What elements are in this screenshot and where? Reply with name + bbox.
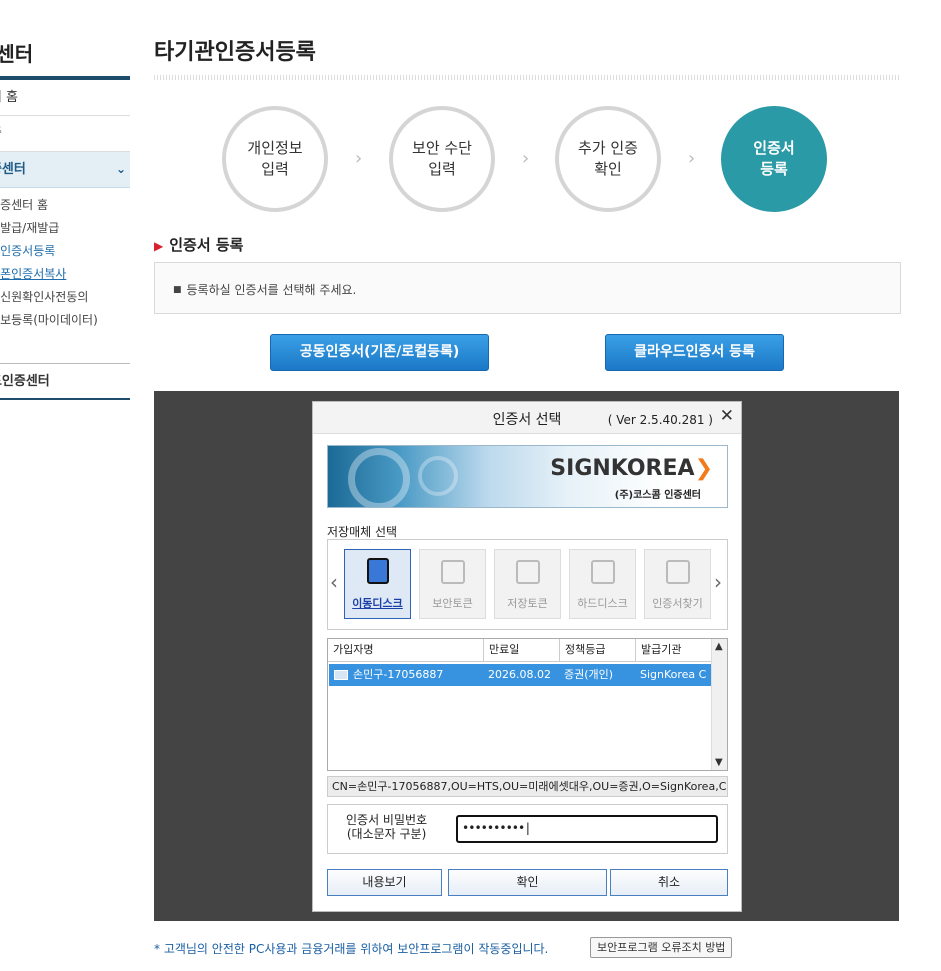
dialog-header: 인증서 선택 ( Ver 2.5.40.281 ) ✕ bbox=[313, 402, 741, 434]
cert-select-dialog: 인증서 선택 ( Ver 2.5.40.281 ) ✕ SIGNKOREA❯ (… bbox=[312, 401, 742, 912]
table-row[interactable]: 손민구-17056887 2026.08.02 증권(개인) SignKorea… bbox=[329, 664, 711, 686]
section-title: ▶ 인증서 등록 bbox=[154, 234, 243, 255]
certificate-icon bbox=[334, 670, 348, 680]
step-indicator: 개인정보 입력 › 보안 수단 입력 › 추가 인증 확인 › 인증서 등록 bbox=[222, 106, 832, 212]
joint-cert-button[interactable]: 공동인증서(기존/로컬등록) bbox=[270, 334, 489, 371]
chevron-down-icon: ⌄ bbox=[115, 162, 126, 176]
usb-icon bbox=[366, 558, 389, 584]
storage-label: 저장매체 선택 bbox=[327, 525, 398, 539]
sidebar-item-label: 인증센터 bbox=[0, 162, 26, 177]
step-1: 개인정보 입력 bbox=[222, 106, 328, 212]
search-window-icon bbox=[665, 560, 690, 584]
view-details-button[interactable]: 내용보기 bbox=[327, 869, 442, 896]
storage-item-label: 하드디스크 bbox=[577, 597, 628, 610]
password-label: 인증서 비밀번호 (대소문자 구분) bbox=[346, 813, 428, 841]
section-title-text: 인증서 등록 bbox=[169, 236, 244, 254]
column-header-name[interactable]: 가입자명 bbox=[328, 639, 484, 662]
table-scrollbar[interactable]: ▲ ▼ bbox=[711, 639, 727, 770]
security-fix-button[interactable]: 보안프로그램 오류조치 방법 bbox=[590, 937, 733, 958]
storage-security-token[interactable]: 보안토큰 bbox=[419, 549, 486, 619]
sidebar-item-cloud[interactable]: 우드인증센터 bbox=[0, 364, 130, 400]
page: 증센터 센터 홈 인증 인증센터 ⌄ 동인증센터 홈 증서발급/재발급 기관인증… bbox=[0, 0, 941, 971]
column-header-policy[interactable]: 정책등급 bbox=[560, 639, 636, 662]
storage-item-label: 이동디스크 bbox=[352, 597, 403, 610]
submenu-item-issue[interactable]: 증서발급/재발급 bbox=[0, 217, 130, 240]
bullet-icon: ■ bbox=[173, 285, 182, 295]
step-3: 추가 인증 확인 bbox=[555, 106, 661, 212]
brand-subtitle: (주)코스콤 인증센터 bbox=[614, 490, 701, 501]
storage-item-label: 저장토큰 bbox=[507, 597, 548, 610]
monitor-icon bbox=[590, 560, 615, 584]
chevron-right-icon: › bbox=[522, 148, 530, 169]
notice-box: ■ 등록하실 인증서를 선택해 주세요. bbox=[154, 262, 901, 314]
brand-logo: SIGNKOREA❯ bbox=[550, 456, 713, 481]
storage-selector: ‹ 이동디스크 보안토큰 저장토큰 하드디스크 인증서찾기 › bbox=[327, 539, 728, 630]
column-header-issuer[interactable]: 발급기관 bbox=[636, 639, 712, 662]
vault-dial-graphic bbox=[348, 448, 410, 507]
cert-table: 가입자명 만료일 정책등급 발급기관 손민구-17056887 2026.08.… bbox=[327, 638, 728, 771]
submenu-item-faq[interactable]: Q bbox=[0, 332, 130, 355]
dialog-version: ( Ver 2.5.40.281 ) bbox=[607, 413, 713, 427]
signkorea-banner: SIGNKOREA❯ (주)코스콤 인증센터 bbox=[327, 445, 728, 508]
storage-find-cert[interactable]: 인증서찾기 bbox=[644, 549, 711, 619]
cell-issuer: SignKorea C bbox=[640, 668, 707, 681]
chevron-right-icon: ❯ bbox=[694, 456, 713, 481]
cloud-cert-button[interactable]: 클라우드인증서 등록 bbox=[605, 334, 784, 371]
chevron-left-icon[interactable]: ‹ bbox=[330, 570, 338, 594]
storage-removable-disk[interactable]: 이동디스크 bbox=[344, 549, 411, 619]
cell-name: 손민구-17056887 bbox=[353, 668, 444, 681]
page-title: 타기관인증서등록 bbox=[154, 40, 316, 65]
chevron-right-icon: › bbox=[355, 148, 363, 169]
sidebar-item-cert-center[interactable]: 인증센터 ⌄ bbox=[0, 152, 130, 188]
dialog-overlay: 인증서 선택 ( Ver 2.5.40.281 ) ✕ SIGNKOREA❯ (… bbox=[154, 391, 899, 921]
cell-expiry: 2026.08.02 bbox=[488, 668, 551, 681]
chevron-right-icon: › bbox=[688, 148, 696, 169]
submenu-item-joint-home[interactable]: 동인증센터 홈 bbox=[0, 194, 130, 217]
step-2: 보안 수단 입력 bbox=[389, 106, 495, 212]
sidebar: 증센터 센터 홈 인증 인증센터 ⌄ 동인증센터 홈 증서발급/재발급 기관인증… bbox=[0, 38, 130, 400]
submenu-item-online-consent[interactable]: 라인신원확인사전동의 bbox=[0, 286, 130, 309]
sidebar-item-auth[interactable]: 인증 bbox=[0, 116, 130, 152]
cancel-button[interactable]: 취소 bbox=[610, 869, 728, 896]
close-icon[interactable]: ✕ bbox=[720, 406, 734, 426]
submenu-item-smartphone-copy[interactable]: 마트폰인증서복사 bbox=[0, 263, 130, 286]
triangle-right-icon: ▶ bbox=[154, 239, 164, 253]
notice-text: 등록하실 인증서를 선택해 주세요. bbox=[186, 283, 357, 297]
cert-dn-field: CN=손민구-17056887,OU=HTS,OU=미래에셋대우,OU=증권,O… bbox=[327, 776, 728, 797]
password-input[interactable]: ••••••••••| bbox=[456, 815, 718, 843]
ok-button[interactable]: 확인 bbox=[448, 869, 607, 896]
storage-save-token[interactable]: 저장토큰 bbox=[494, 549, 561, 619]
arrow-up-icon[interactable]: ▲ bbox=[715, 641, 723, 652]
lock-icon bbox=[440, 560, 465, 584]
storage-item-label: 보안토큰 bbox=[432, 597, 473, 610]
submenu-item-other-register[interactable]: 기관인증서등록 bbox=[0, 240, 130, 263]
sidebar-submenu: 동인증센터 홈 증서발급/재발급 기관인증서등록 마트폰인증서복사 라인신원확인… bbox=[0, 188, 130, 364]
sidebar-title: 증센터 bbox=[0, 38, 130, 80]
token-icon bbox=[515, 560, 540, 584]
vault-dial-graphic bbox=[418, 456, 458, 496]
cell-policy: 증권(개인) bbox=[564, 668, 614, 681]
security-note: * 고객님의 안전한 PC사용과 금융거래를 위하여 보안프로그램이 작동중입니… bbox=[154, 942, 549, 956]
submenu-item-mydata[interactable]: 계정보등록(마이데이터) bbox=[0, 309, 130, 332]
arrow-down-icon[interactable]: ▼ bbox=[715, 757, 723, 768]
column-header-expiry[interactable]: 만료일 bbox=[484, 639, 560, 662]
storage-item-label: 인증서찾기 bbox=[652, 597, 703, 610]
brand-name: SIGNKOREA bbox=[550, 456, 695, 481]
chevron-right-icon[interactable]: › bbox=[714, 570, 722, 594]
step-4-current: 인증서 등록 bbox=[721, 106, 827, 212]
password-section: 인증서 비밀번호 (대소문자 구분) ••••••••••| bbox=[327, 804, 728, 854]
sidebar-item-home[interactable]: 센터 홈 bbox=[0, 80, 130, 116]
storage-hard-disk[interactable]: 하드디스크 bbox=[569, 549, 636, 619]
title-divider bbox=[154, 75, 901, 80]
